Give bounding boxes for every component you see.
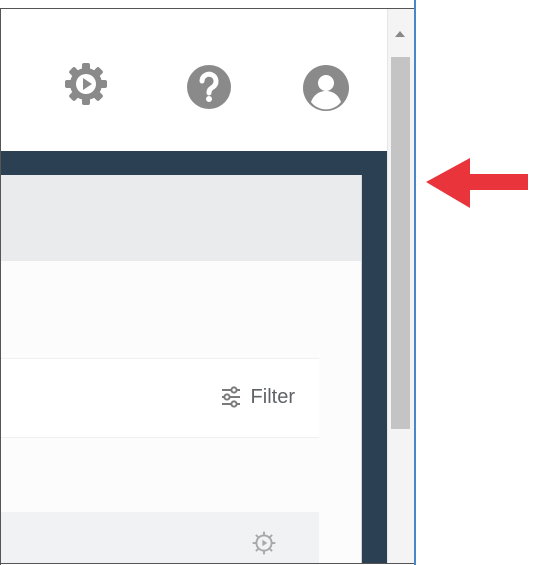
top-bar xyxy=(1,9,387,151)
help-icon xyxy=(187,65,231,109)
row-settings-play-button[interactable] xyxy=(249,528,279,558)
scroll-up-arrow-icon[interactable] xyxy=(395,31,405,37)
account-icon xyxy=(303,65,349,111)
red-arrow-annotation-icon xyxy=(426,158,528,208)
help-button[interactable] xyxy=(185,63,233,111)
card-header xyxy=(1,175,361,261)
account-button[interactable] xyxy=(302,64,350,112)
settings-play-icon xyxy=(65,63,107,105)
image-border-bottom xyxy=(0,563,418,564)
outside-area xyxy=(416,0,543,565)
filter-button[interactable]: Filter xyxy=(221,381,295,413)
filter-label: Filter xyxy=(250,385,295,408)
sliders-icon xyxy=(221,386,240,408)
scrollbar-thumb[interactable] xyxy=(391,57,410,429)
vertical-scrollbar[interactable] xyxy=(387,9,415,563)
list-item[interactable] xyxy=(1,512,319,563)
settings-play-icon xyxy=(252,531,276,555)
app-viewport: Filter xyxy=(1,9,387,563)
content-card: Filter xyxy=(1,175,362,563)
settings-play-button[interactable] xyxy=(62,60,110,108)
filter-toolbar: Filter xyxy=(1,358,319,438)
